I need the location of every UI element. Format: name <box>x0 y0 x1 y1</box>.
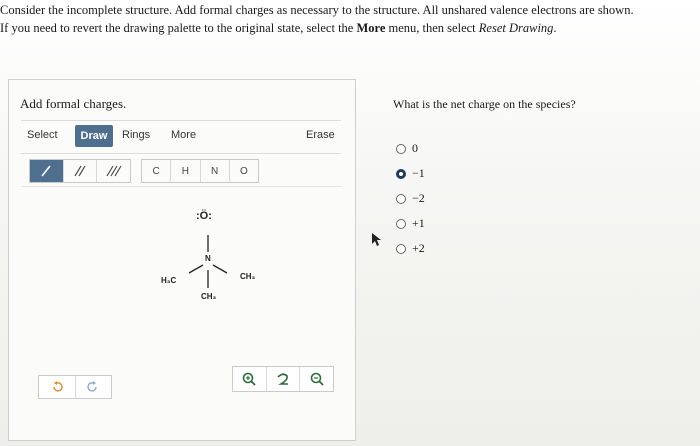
option-label-0: 0 <box>412 141 418 155</box>
instructions: Consider the incomplete structure. Add f… <box>0 0 700 37</box>
undo-button[interactable] <box>39 376 76 398</box>
single-bond-button[interactable] <box>30 160 64 182</box>
atom-h-button[interactable]: H <box>171 160 201 182</box>
double-bond-button[interactable] <box>64 160 98 182</box>
atom-o-button[interactable]: O <box>230 160 258 182</box>
nitrogen-atom[interactable]: N <box>205 254 211 263</box>
zoom-in-button[interactable] <box>233 367 267 391</box>
history-tools <box>38 375 112 399</box>
zoom-out-button[interactable] <box>300 367 333 391</box>
right-methyl-group[interactable]: CH₃ <box>240 272 255 281</box>
instr-end: . <box>553 21 557 35</box>
erase-tool[interactable]: Erase <box>306 129 335 141</box>
option-label-neg2: −2 <box>412 191 425 205</box>
instr-more: More <box>356 21 386 35</box>
bottom-methyl-group[interactable]: CH₃ <box>201 292 216 301</box>
radio-pos2[interactable] <box>396 243 406 254</box>
zoom-reset-icon <box>277 373 288 385</box>
question-text: What is the net charge on the species? <box>393 97 576 111</box>
n-ch3-left-bond[interactable] <box>188 264 204 274</box>
triple-bond-button[interactable] <box>97 160 130 182</box>
option-label-pos1: +1 <box>412 216 425 230</box>
atom-c-button[interactable]: C <box>142 160 172 182</box>
molecule-bonds <box>188 235 228 288</box>
option-pos1[interactable]: +1 <box>396 216 425 231</box>
option-0[interactable]: 0 <box>396 141 418 156</box>
zoom-tools <box>232 366 334 392</box>
double-bond-icon <box>74 165 86 177</box>
panel-title: Add formal charges. <box>20 96 127 111</box>
more-menu[interactable]: More <box>171 129 196 141</box>
zoom-reset-button[interactable] <box>267 367 301 391</box>
zoom-out-icon <box>310 372 324 386</box>
atom-tools: C H N O <box>141 159 259 183</box>
undo-icon <box>53 381 63 392</box>
drawing-panel: Add formal charges. Select Draw Rings Mo… <box>8 79 356 441</box>
instr-text: If you need to revert the drawing palett… <box>0 21 357 35</box>
select-tool[interactable]: Select <box>27 129 58 141</box>
option-pos2[interactable]: +2 <box>396 241 425 256</box>
n-ch3-right-bond[interactable] <box>212 264 228 274</box>
option-label-neg1: −1 <box>412 166 425 180</box>
zoom-in-icon <box>243 372 256 386</box>
instructions-line-2: If you need to revert the drawing palett… <box>0 19 700 37</box>
editor-toolbar: Select Draw Rings More Erase <box>21 120 341 154</box>
radio-neg1[interactable] <box>396 168 406 179</box>
option-neg1[interactable]: −1 <box>396 166 425 181</box>
atom-n-button[interactable]: N <box>201 160 230 182</box>
rings-menu[interactable]: Rings <box>122 129 150 141</box>
bond-tools <box>29 159 131 183</box>
instr-reset: Reset Drawing <box>478 21 554 35</box>
left-methyl-group[interactable]: H₃C <box>161 276 176 285</box>
draw-tool[interactable]: Draw <box>75 125 113 147</box>
triple-bond-icon <box>106 165 122 177</box>
option-neg2[interactable]: −2 <box>396 191 425 206</box>
molecule-canvas[interactable]: :Ö: N H₃C CH₃ CH₃ <box>131 206 271 326</box>
radio-0[interactable] <box>396 143 406 154</box>
oxygen-atom[interactable]: :Ö: <box>196 210 212 222</box>
mouse-cursor-icon <box>372 233 381 246</box>
single-bond-icon <box>41 165 51 177</box>
redo-button[interactable] <box>76 376 112 398</box>
radio-pos1[interactable] <box>396 218 406 229</box>
redo-icon <box>87 381 97 392</box>
option-label-pos2: +2 <box>412 241 425 255</box>
instructions-line-1: Consider the incomplete structure. Add f… <box>0 3 634 17</box>
radio-neg2[interactable] <box>396 193 406 204</box>
instr-text-2: menu, then select <box>385 21 479 35</box>
bond-atom-row: C H N O <box>21 156 341 187</box>
